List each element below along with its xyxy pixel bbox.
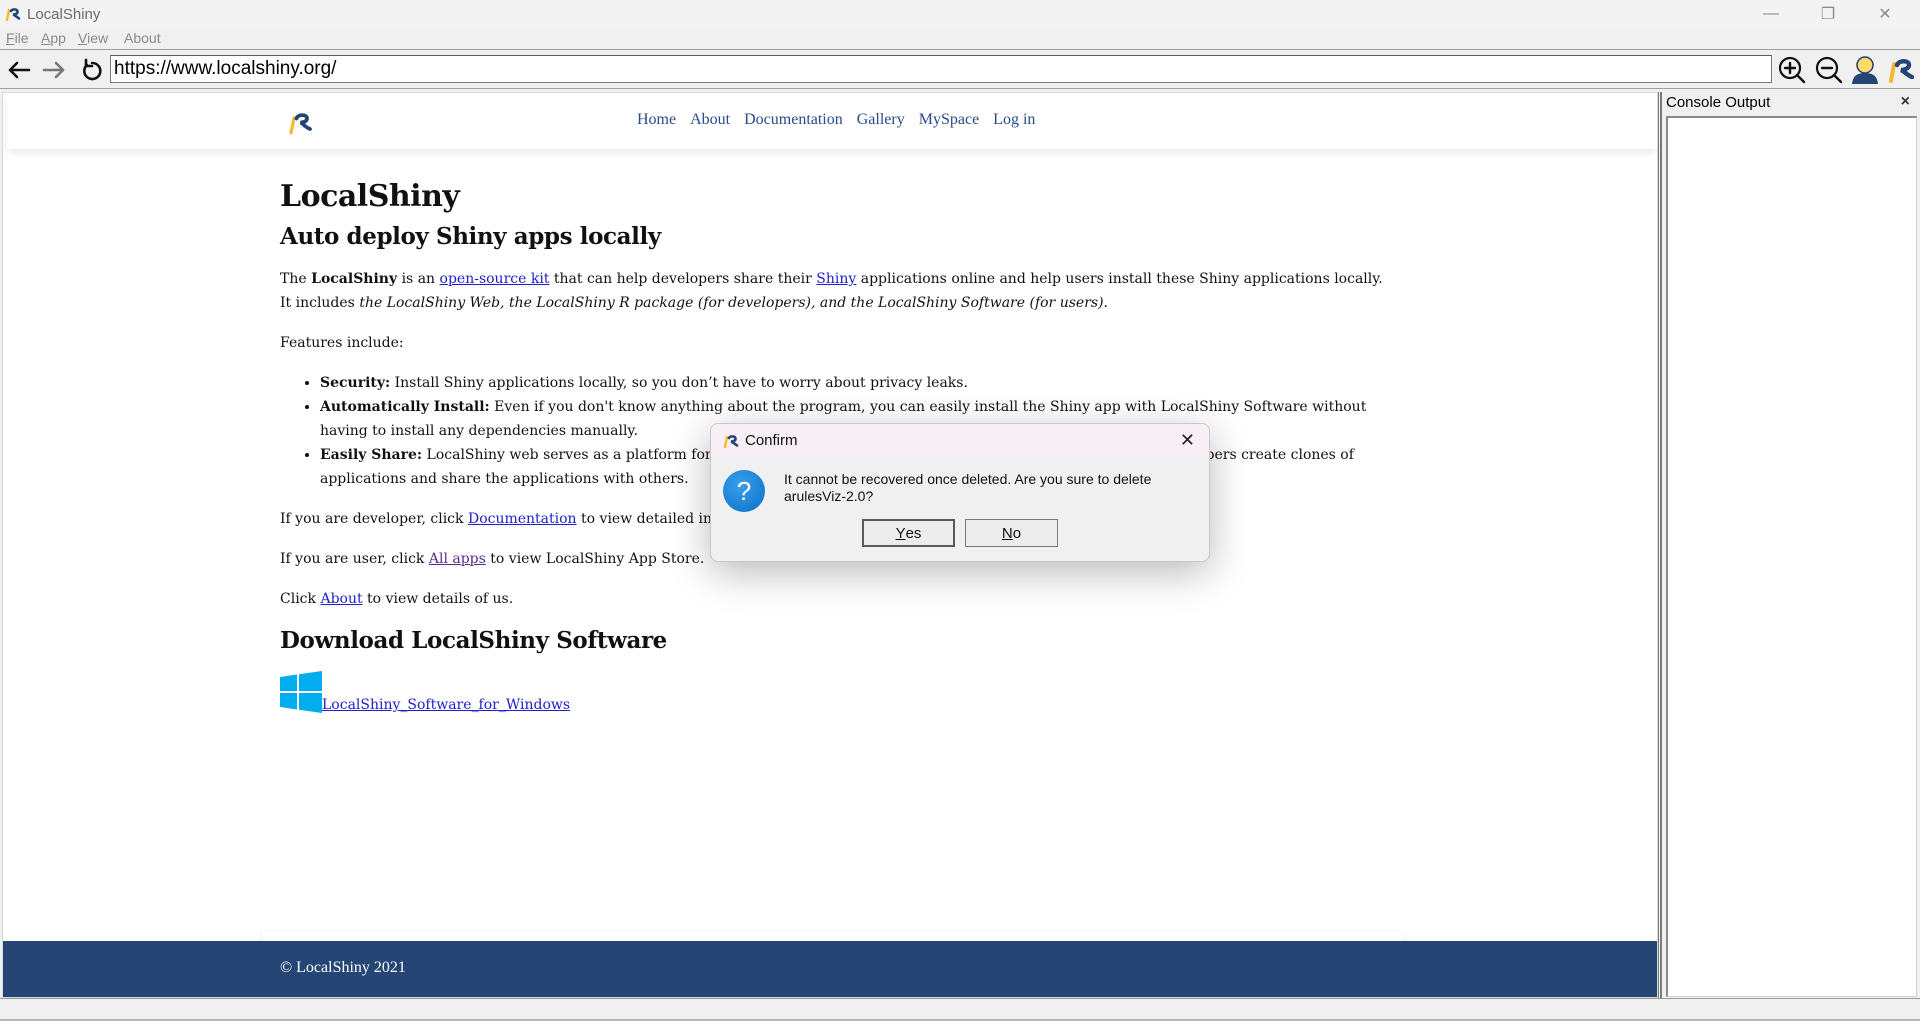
- console-title: Console Output: [1666, 94, 1771, 111]
- footer-copyright: © LocalShiny 2021: [280, 959, 406, 976]
- question-icon: ?: [723, 470, 765, 512]
- site-footer: © LocalShiny 2021: [3, 941, 1657, 997]
- windows-logo-icon: [280, 671, 322, 713]
- shiny-link[interactable]: Shiny: [816, 271, 856, 287]
- download-windows-link[interactable]: LocalShiny_Software_for_Windows: [280, 671, 1410, 713]
- no-button[interactable]: No: [965, 519, 1058, 547]
- app-logo-icon: [5, 8, 21, 22]
- close-window-button[interactable]: ✕: [1862, 0, 1908, 28]
- maximize-button[interactable]: ❐: [1805, 0, 1851, 28]
- yes-button[interactable]: Yes: [862, 519, 955, 547]
- menu-about[interactable]: About: [124, 30, 161, 46]
- nav-about[interactable]: About: [690, 111, 730, 129]
- restore-icon: ❐: [1820, 6, 1836, 23]
- nav-myspace[interactable]: MySpace: [919, 111, 979, 129]
- zoom-out-icon[interactable]: [1814, 55, 1844, 85]
- status-bar: [0, 998, 1920, 1021]
- url-input[interactable]: [110, 55, 1772, 83]
- dialog-title: Confirm: [745, 432, 798, 449]
- nav-gallery[interactable]: Gallery: [857, 111, 905, 129]
- app-window: LocalShiny — ❐ ✕ File App View About htt…: [0, 0, 1920, 1021]
- reload-icon[interactable]: [78, 56, 106, 84]
- footer-shadow: [263, 931, 1403, 941]
- page-title: LocalShiny: [280, 179, 460, 214]
- about-link[interactable]: About: [320, 591, 362, 607]
- all-apps-link[interactable]: All apps: [429, 551, 486, 567]
- dialog-close-icon[interactable]: ✕: [1180, 430, 1195, 451]
- console-output[interactable]: [1666, 116, 1917, 997]
- minimize-icon: —: [1763, 5, 1779, 22]
- title-bar: LocalShiny — ❐ ✕: [0, 0, 1920, 28]
- localshiny-logo-icon[interactable]: [1886, 55, 1916, 85]
- open-source-kit-link[interactable]: open-source kit: [440, 271, 550, 287]
- toolbar: [0, 51, 1920, 89]
- close-icon: ✕: [1878, 6, 1892, 23]
- confirm-dialog: Confirm ✕ ? It cannot be recovered once …: [710, 423, 1210, 562]
- dialog-message: It cannot be recovered once deleted. Are…: [784, 471, 1152, 504]
- page-subtitle: Auto deploy Shiny apps locally: [280, 223, 661, 250]
- console-panel: Console Output ×: [1662, 92, 1920, 998]
- menu-view[interactable]: View: [78, 30, 108, 46]
- nav-login[interactable]: Log in: [993, 111, 1035, 129]
- site-nav-links: Home About Documentation Gallery MySpace…: [637, 111, 1035, 129]
- menu-app[interactable]: App: [41, 30, 66, 46]
- download-heading: Download LocalShiny Software: [280, 627, 667, 654]
- intro-paragraph: The LocalShiny is an open-source kit tha…: [280, 271, 1383, 311]
- dialog-header: Confirm ✕: [711, 424, 1209, 456]
- minimize-button[interactable]: —: [1748, 0, 1794, 28]
- user-icon[interactable]: [1850, 55, 1880, 85]
- download-windows-text[interactable]: LocalShiny_Software_for_Windows: [322, 697, 570, 713]
- nav-documentation[interactable]: Documentation: [744, 111, 843, 129]
- about-paragraph: Click About to view details of us.: [280, 591, 514, 607]
- menu-file[interactable]: File: [6, 30, 29, 46]
- window-title: LocalShiny: [27, 6, 101, 23]
- site-navbar: Home About Documentation Gallery MySpace…: [7, 93, 1657, 149]
- features-label: Features include:: [280, 335, 404, 351]
- documentation-link[interactable]: Documentation: [468, 511, 577, 527]
- arrow-left-icon[interactable]: [5, 56, 33, 84]
- feature-item: Security: Install Shiny applications loc…: [320, 371, 1410, 395]
- menu-bar: File App View About: [0, 28, 1920, 50]
- zoom-in-icon[interactable]: [1777, 55, 1807, 85]
- site-logo-icon[interactable]: [287, 109, 313, 135]
- arrow-right-icon[interactable]: [40, 56, 68, 84]
- nav-home[interactable]: Home: [637, 111, 676, 129]
- dialog-logo-icon: [723, 435, 739, 449]
- console-close-icon[interactable]: ×: [1901, 93, 1910, 111]
